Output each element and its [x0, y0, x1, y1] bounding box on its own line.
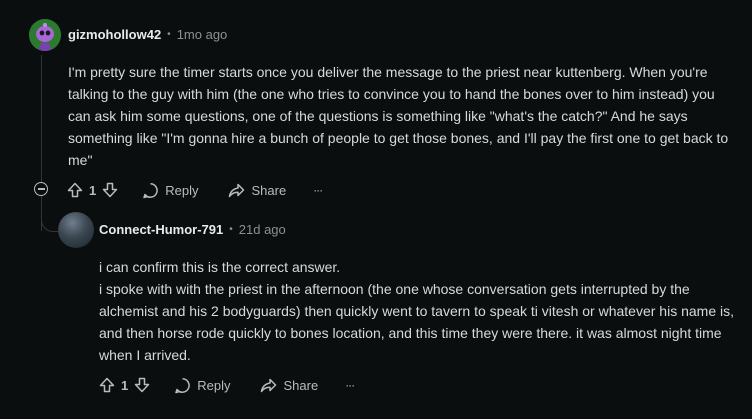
vote-group: 1 [67, 182, 118, 198]
reply-label: Reply [165, 182, 199, 198]
reply-button[interactable]: Reply [142, 182, 198, 199]
comment-timestamp[interactable]: 1mo ago [177, 27, 228, 42]
comment-body: I'm pretty sure the timer starts once yo… [68, 64, 729, 168]
separator-dot: • [229, 224, 233, 235]
vote-count: 1 [121, 377, 129, 393]
thread-line [41, 55, 42, 182]
share-button[interactable]: Share [228, 182, 286, 199]
more-icon: ··· [345, 378, 355, 392]
reply-icon [143, 182, 159, 198]
comment-timestamp[interactable]: 21d ago [239, 222, 286, 237]
comment-author[interactable]: gizmohollow42 [68, 27, 161, 42]
upvote-icon[interactable] [67, 182, 83, 198]
share-label: Share [251, 182, 287, 198]
reply-label: Reply [197, 377, 231, 393]
snoo-avatar-icon [29, 19, 61, 51]
share-icon [261, 378, 277, 392]
collapse-icon[interactable] [34, 182, 48, 196]
avatar[interactable] [58, 212, 94, 248]
reply-icon [175, 377, 191, 393]
comment-body-line: i spoke with with the priest in the afte… [99, 281, 734, 363]
reply-button[interactable]: Reply [174, 377, 230, 394]
upvote-icon[interactable] [99, 377, 115, 393]
share-icon [229, 183, 245, 197]
comment-body-line: i can confirm this is the correct answer… [99, 259, 341, 275]
avatar[interactable] [29, 19, 61, 51]
thread-line-curve [41, 210, 58, 232]
share-button[interactable]: Share [260, 377, 318, 394]
more-icon: ··· [313, 183, 323, 197]
vote-group: 1 [99, 377, 150, 393]
vote-count: 1 [89, 182, 97, 198]
downvote-icon[interactable] [134, 377, 150, 393]
separator-dot: • [167, 29, 171, 40]
more-options-button[interactable]: ··· [313, 183, 323, 197]
more-options-button[interactable]: ··· [345, 378, 355, 392]
comment-author[interactable]: Connect-Humor-791 [99, 222, 223, 237]
downvote-icon[interactable] [102, 182, 118, 198]
share-label: Share [283, 377, 319, 393]
